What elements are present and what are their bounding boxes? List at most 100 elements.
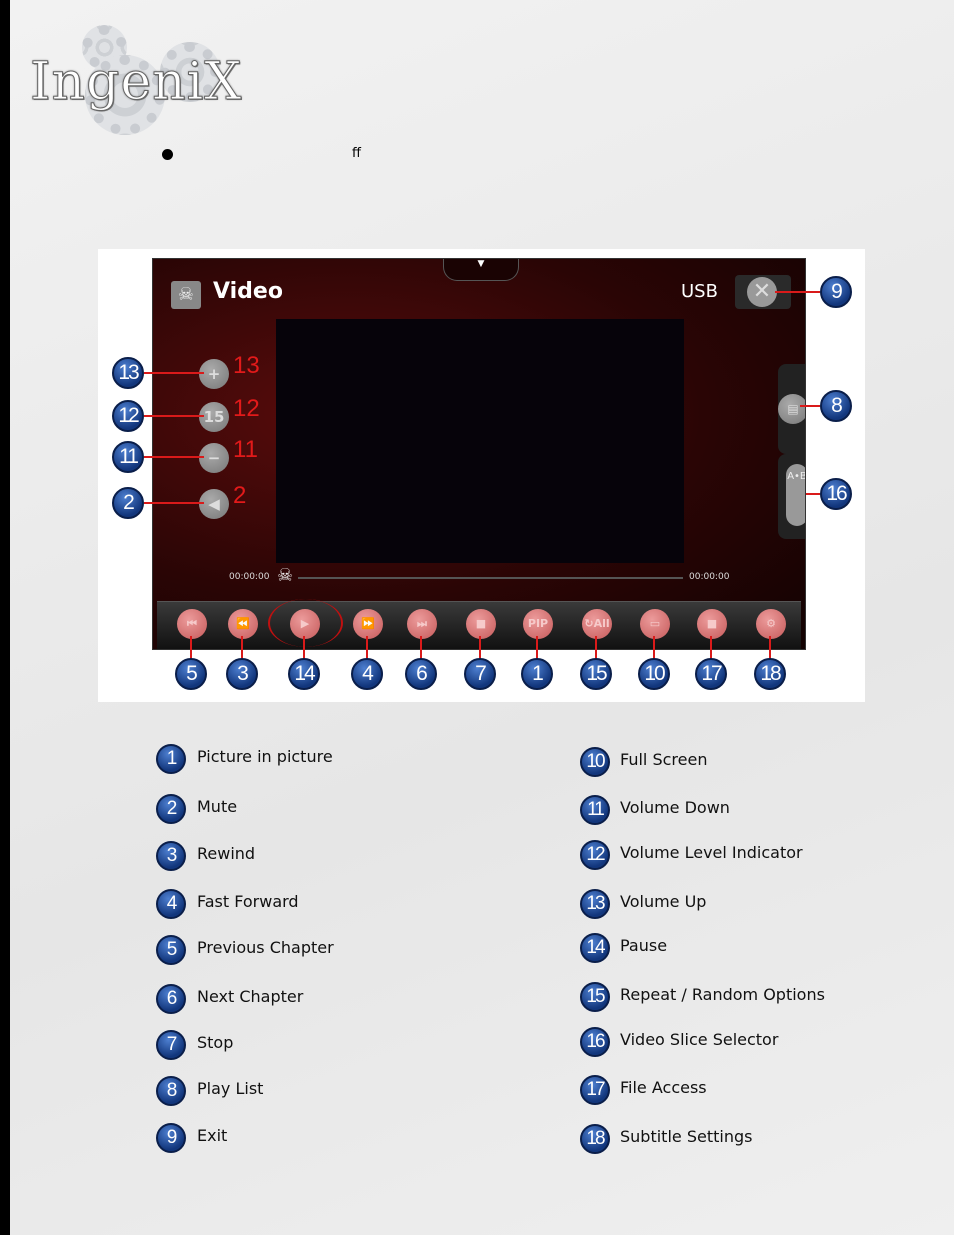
callout-badge: 3 (226, 658, 258, 690)
callout-line (144, 456, 204, 458)
intro-text: ff (352, 146, 361, 161)
callout-badge: 18 (754, 658, 786, 690)
callout-badge: 17 (695, 658, 727, 690)
callout-badge: 5 (175, 658, 207, 690)
legend-label: Stop (197, 1033, 234, 1052)
video-player-screen: ▼ ☠ Video USB ✕ 00:00:00 ☠ 00:00:00 ▤ A•… (152, 258, 806, 650)
stop-button[interactable]: ■ (466, 609, 496, 639)
legend-number-badge: 6 (156, 984, 186, 1014)
legend-label: File Access (620, 1078, 707, 1097)
callout-line (536, 636, 538, 660)
legend-label: Subtitle Settings (620, 1127, 753, 1146)
video-app-icon: ☠ (171, 281, 201, 309)
folder-button[interactable]: ■ (697, 609, 727, 639)
callout-line (653, 636, 655, 660)
callout-badge: 15 (580, 658, 612, 690)
callout-line (144, 415, 204, 417)
playlist-tab: ▤ (778, 364, 805, 454)
legend-label: Play List (197, 1079, 264, 1098)
callout-badge: 9 (820, 276, 852, 308)
callout-line (144, 372, 204, 374)
legend-number-badge: 13 (580, 889, 610, 919)
fast-forward-button[interactable]: ⏩ (353, 609, 383, 639)
volume-level-button[interactable]: 15 (199, 402, 229, 432)
legend-label: Video Slice Selector (620, 1030, 779, 1049)
brand-logo: IngeniX (29, 52, 243, 113)
legend-label: Pause (620, 936, 668, 955)
progress-slider[interactable] (298, 577, 683, 579)
callout-line (800, 405, 820, 407)
legend-number-badge: 16 (580, 1027, 610, 1057)
callout-badge: 4 (351, 658, 383, 690)
callout-line (241, 636, 243, 660)
repeat-all-button[interactable]: ↻All (582, 609, 612, 639)
legend-number-badge: 3 (156, 841, 186, 871)
bullet (162, 149, 173, 160)
callout-line (775, 291, 820, 293)
full-screen-button[interactable]: ▭ (640, 609, 670, 639)
next-chapter-button[interactable]: ⏭ (407, 609, 437, 639)
callout-badge: 14 (288, 658, 320, 690)
callout-line (190, 636, 192, 660)
legend-number-badge: 5 (156, 935, 186, 965)
legend-label: Mute (197, 797, 238, 816)
settings-gear-button[interactable]: ⚙ (756, 609, 786, 639)
legend-number-badge: 2 (156, 794, 186, 824)
callout-badge: 8 (820, 390, 852, 422)
ab-repeat-button[interactable]: A•B (786, 464, 805, 526)
volume-down-button[interactable]: − (199, 443, 229, 473)
callout-line (710, 636, 712, 660)
legend-number-badge: 8 (156, 1076, 186, 1106)
legend-number-badge: 18 (580, 1124, 610, 1154)
legend-number-badge: 7 (156, 1030, 186, 1060)
legend-number-badge: 15 (580, 982, 610, 1012)
legend-number-badge: 1 (156, 744, 186, 774)
volume-up-button[interactable]: + (199, 359, 229, 389)
legend-label: Volume Up (620, 892, 707, 911)
total-time: 00:00:00 (689, 572, 730, 582)
callout-badge: 12 (112, 400, 144, 432)
legend-label: Full Screen (620, 750, 708, 769)
callout-line (769, 636, 771, 660)
legend-number-badge: 10 (580, 747, 610, 777)
callout-badge: 1 (521, 658, 553, 690)
legend-number-badge: 14 (580, 933, 610, 963)
callout-badge: 2 (112, 487, 144, 519)
pip-button[interactable]: PIP (523, 609, 553, 639)
callout-badge: 16 (820, 478, 852, 510)
mute-button[interactable]: ◀ (199, 489, 229, 519)
legend-number-badge: 17 (580, 1075, 610, 1105)
legend-label: Picture in picture (197, 747, 333, 766)
dropdown-handle[interactable]: ▼ (443, 259, 519, 281)
red-label: 13 (233, 352, 260, 379)
legend-label: Previous Chapter (197, 938, 334, 957)
callout-line (479, 636, 481, 660)
legend-label: Exit (197, 1126, 228, 1145)
play-highlight-ring (268, 599, 343, 647)
elapsed-time: 00:00:00 (229, 572, 270, 582)
close-icon: ✕ (747, 277, 777, 307)
red-label: 11 (233, 436, 258, 463)
callout-line (366, 636, 368, 660)
callout-line (595, 636, 597, 660)
ab-tab: A•B (778, 454, 805, 539)
callout-line (303, 636, 305, 660)
page-edge-bar (0, 0, 10, 1235)
callout-line (144, 502, 204, 504)
slider-handle-skull-icon[interactable]: ☠ (277, 565, 293, 586)
callout-line (420, 636, 422, 660)
rewind-button[interactable]: ⏪ (228, 609, 258, 639)
playlist-button[interactable]: ▤ (778, 394, 805, 424)
video-area[interactable] (276, 319, 684, 563)
callout-badge: 10 (638, 658, 670, 690)
legend-label: Repeat / Random Options (620, 985, 825, 1004)
callout-line (806, 493, 820, 495)
legend-label: Fast Forward (197, 892, 299, 911)
legend-label: Volume Level Indicator (620, 843, 803, 862)
red-label: 2 (233, 482, 247, 509)
source-label: USB (681, 281, 718, 302)
previous-chapter-button[interactable]: ⏮ (177, 609, 207, 639)
legend-number-badge: 11 (580, 795, 610, 825)
legend-number-badge: 4 (156, 889, 186, 919)
callout-badge: 6 (405, 658, 437, 690)
